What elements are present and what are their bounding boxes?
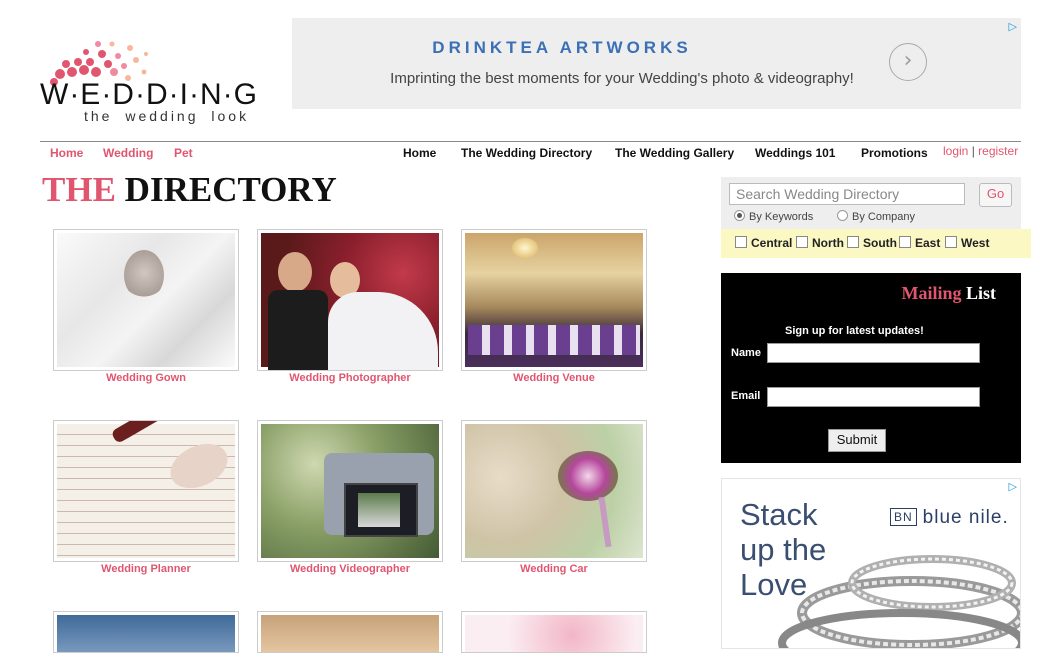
mailing-list-box: Mailing List Sign up for latest updates!… [721, 273, 1021, 463]
nav-left-pet[interactable]: Pet [174, 146, 193, 160]
submit-button[interactable]: Submit [828, 429, 886, 452]
login-link[interactable]: login [943, 144, 968, 158]
directory-card-row3-2[interactable] [257, 611, 443, 653]
page-title: THE DIRECTORY [42, 170, 337, 210]
blue-nile-logo-icon: BN [890, 508, 917, 526]
directory-card-wedding-videographer[interactable]: Wedding Videographer [257, 420, 443, 575]
region-north-checkbox[interactable]: North [796, 236, 844, 250]
auth-links: login | register [943, 144, 1018, 158]
directory-card-wedding-photographer[interactable]: Wedding Photographer [257, 229, 443, 384]
email-field[interactable] [767, 387, 980, 407]
page-title-the: THE [42, 170, 116, 209]
directory-card-row3-3[interactable] [461, 611, 647, 653]
name-field[interactable] [767, 343, 980, 363]
card-label[interactable]: Wedding Planner [53, 563, 239, 575]
ad-subtitle: Imprinting the best moments for your Wed… [390, 70, 854, 87]
wedding-gown-image[interactable] [53, 229, 239, 371]
wedding-photographer-image[interactable] [257, 229, 443, 371]
radio-dot-selected[interactable] [734, 210, 745, 221]
search-input[interactable]: Search Wedding Directory [729, 183, 965, 205]
ad-brand: BN blue nile. [890, 507, 1009, 529]
directory-card-wedding-venue[interactable]: Wedding Venue [461, 229, 647, 384]
chevron-right-icon[interactable]: › [889, 43, 927, 81]
rings-image [778, 555, 1020, 648]
region-central-checkbox[interactable]: Central [735, 236, 792, 250]
card-label[interactable]: Wedding Gown [53, 372, 239, 384]
checkbox[interactable] [945, 236, 957, 248]
nav-wedding-gallery[interactable]: The Wedding Gallery [615, 146, 734, 160]
radio-by-keywords[interactable]: By Keywords [734, 210, 813, 223]
region-south-checkbox[interactable]: South [847, 236, 897, 250]
mailing-heading-b: List [965, 283, 996, 303]
region-label: Central [751, 236, 793, 250]
wedding-car-image[interactable] [461, 420, 647, 562]
region-label: North [812, 236, 844, 250]
adchoices-icon[interactable]: ▷ [1009, 20, 1017, 33]
register-link[interactable]: register [978, 144, 1018, 158]
card-label[interactable]: Wedding Car [461, 563, 647, 575]
directory-card-wedding-gown[interactable]: Wedding Gown [53, 229, 239, 384]
nav-promotions[interactable]: Promotions [861, 146, 928, 160]
nav-divider [40, 141, 1021, 142]
radio-dot[interactable] [837, 210, 848, 221]
nav-wedding-directory[interactable]: The Wedding Directory [461, 146, 592, 160]
directory-card-wedding-car[interactable]: Wedding Car [461, 420, 647, 575]
checkbox[interactable] [735, 236, 747, 248]
region-label: West [961, 236, 990, 250]
wedding-videographer-image[interactable] [257, 420, 443, 562]
side-banner-ad[interactable]: Stack up the Love BN blue nile. ▷ [721, 478, 1021, 649]
go-button[interactable]: Go [979, 183, 1012, 207]
site-logo[interactable]: W·E·D·D·I·N·G the wedding look [40, 36, 280, 128]
directory-image[interactable] [257, 611, 443, 653]
name-label: Name [731, 347, 761, 359]
region-filter-bar: Central North South East West [721, 229, 1031, 258]
ad-headline-line: Stack [740, 497, 818, 532]
radio-by-company[interactable]: By Company [837, 210, 915, 223]
mailing-list-heading: Mailing List [901, 283, 996, 304]
wedding-venue-image[interactable] [461, 229, 647, 371]
page-title-directory: DIRECTORY [124, 170, 337, 209]
nav-left-wedding[interactable]: Wedding [103, 146, 153, 160]
region-east-checkbox[interactable]: East [899, 236, 940, 250]
signup-text: Sign up for latest updates! [785, 325, 924, 337]
email-label: Email [731, 390, 761, 402]
region-label: South [863, 236, 897, 250]
checkbox[interactable] [847, 236, 859, 248]
radio-label: By Keywords [749, 211, 814, 223]
card-label[interactable]: Wedding Venue [461, 372, 647, 384]
top-banner-ad[interactable]: DRINKTEA ARTWORKS Imprinting the best mo… [292, 18, 1021, 109]
ad-brand-name: blue nile. [922, 507, 1009, 528]
nav-home[interactable]: Home [403, 146, 436, 160]
directory-card-wedding-planner[interactable]: Wedding Planner [53, 420, 239, 575]
radio-label: By Company [852, 211, 915, 223]
region-label: East [915, 236, 941, 250]
directory-image[interactable] [53, 611, 239, 653]
directory-card-row3-1[interactable] [53, 611, 239, 653]
card-label[interactable]: Wedding Videographer [257, 563, 443, 575]
ad-title: DRINKTEA ARTWORKS [432, 38, 692, 57]
nav-left-home[interactable]: Home [50, 146, 83, 160]
nav-weddings-101[interactable]: Weddings 101 [755, 146, 835, 160]
region-west-checkbox[interactable]: West [945, 236, 989, 250]
adchoices-icon[interactable]: ▷ [1009, 480, 1017, 493]
logo-wordmark: W·E·D·D·I·N·G [40, 78, 258, 111]
logo-tagline: the wedding look [84, 108, 250, 124]
directory-image[interactable] [461, 611, 647, 653]
directory-search-panel: Search Wedding Directory Go By Keywords … [721, 177, 1021, 229]
wedding-planner-image[interactable] [53, 420, 239, 562]
card-label[interactable]: Wedding Photographer [257, 372, 443, 384]
checkbox[interactable] [796, 236, 808, 248]
checkbox[interactable] [899, 236, 911, 248]
mailing-heading-a: Mailing [901, 283, 962, 303]
auth-separator: | [971, 144, 975, 158]
